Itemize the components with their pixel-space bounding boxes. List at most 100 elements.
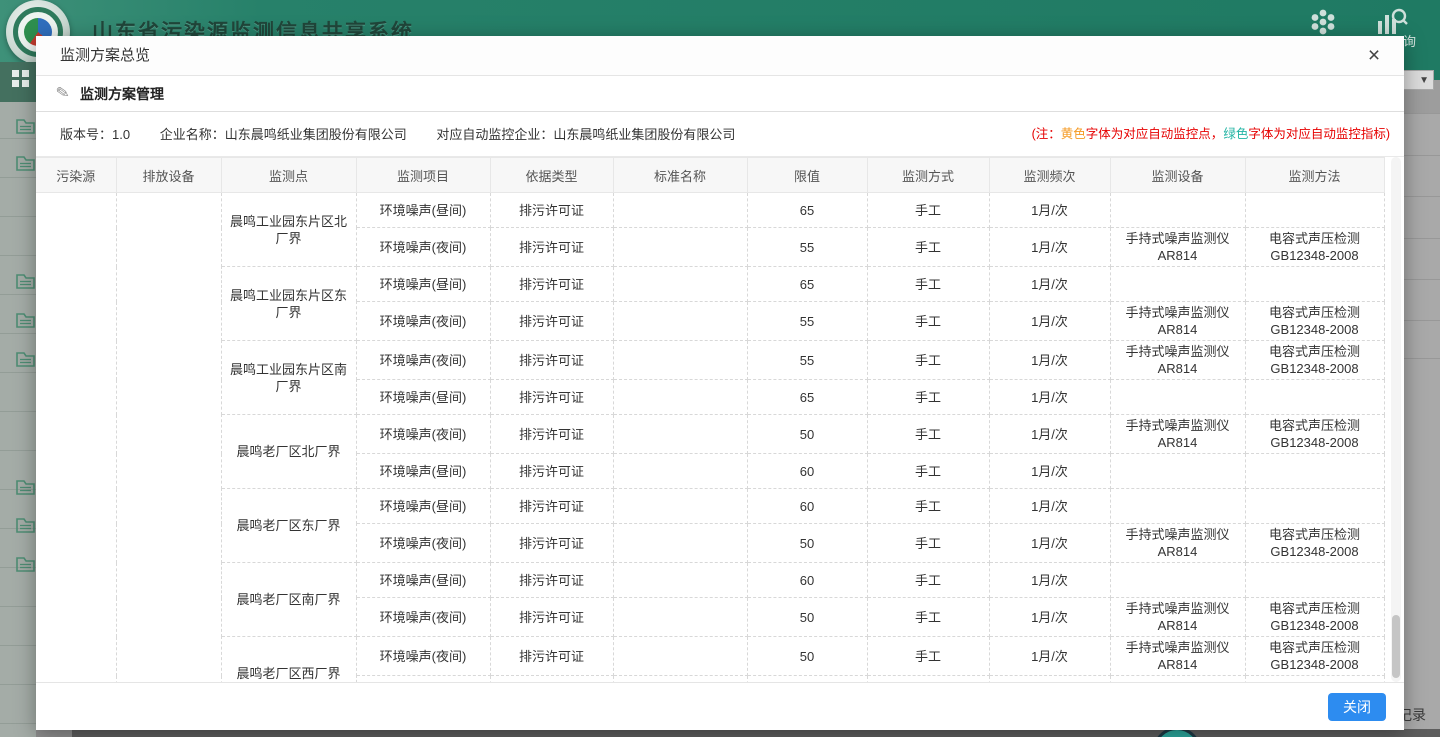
cell-monitoring-frequency: 1月/次 — [989, 489, 1110, 524]
cell-monitoring-mode: 手工 — [867, 454, 989, 489]
cell-monitoring-method — [1245, 193, 1384, 228]
auto-company-field: 对应自动监控企业：山东晨鸣纸业集团股份有限公司 — [436, 127, 735, 142]
table-row: 晨鸣老厂区北厂界环境噪声(夜间)排污许可证50手工1月/次手持式噪声监测仪AR8… — [36, 415, 1384, 454]
cell-monitoring-mode: 手工 — [867, 267, 989, 302]
version-field: 版本号：1.0 — [60, 127, 130, 142]
cell-basis-type: 排污许可证 — [490, 267, 613, 302]
dashboard-grid-icon — [12, 70, 29, 87]
cell-monitoring-mode: 手工 — [867, 524, 989, 563]
cell-monitoring-method: 电容式声压检测GB12348-2008 — [1245, 228, 1384, 267]
cell-standard-name — [613, 637, 747, 676]
table-row: 晨鸣老厂区东厂界环境噪声(昼间)排污许可证60手工1月/次 — [36, 489, 1384, 524]
cell-standard-name — [613, 302, 747, 341]
cell-basis-type: 排污许可证 — [490, 380, 613, 415]
cell-monitoring-mode: 手工 — [867, 302, 989, 341]
cell-limit-value: 50 — [747, 524, 867, 563]
cell-monitoring-frequency: 1月/次 — [989, 302, 1110, 341]
menu-folder-icon — [16, 311, 35, 328]
cell-monitoring-equipment — [1110, 489, 1245, 524]
cell-standard-name — [613, 454, 747, 489]
cell-monitoring-item: 环境噪声(昼间) — [356, 454, 490, 489]
cell-monitoring-equipment: 手持式噪声监测仪AR814 — [1110, 637, 1245, 676]
cell-monitoring-frequency: 1月/次 — [989, 341, 1110, 380]
table-row: 晨鸣老厂区西厂界环境噪声(夜间)排污许可证50手工1月/次手持式噪声监测仪AR8… — [36, 637, 1384, 676]
menu-folder-icon — [16, 272, 35, 289]
cell-monitoring-item: 环境噪声(夜间) — [356, 637, 490, 676]
cell-basis-type: 排污许可证 — [490, 454, 613, 489]
plan-table: 污染源排放设备监测点监测项目依据类型标准名称限值监测方式监测频次监测设备监测方法… — [36, 157, 1385, 682]
cell-monitoring-item: 环境噪声(夜间) — [356, 524, 490, 563]
cell-monitoring-point: 晨鸣工业园东片区南厂界 — [221, 341, 356, 415]
column-header: 标准名称 — [613, 158, 747, 193]
cell-monitoring-method — [1245, 489, 1384, 524]
cell-monitoring-equipment: 手持式噪声监测仪AR814 — [1110, 598, 1245, 637]
cell-limit-value: 55 — [747, 228, 867, 267]
pen-icon: ✎ — [54, 82, 71, 104]
cell-monitoring-equipment: 手持式噪声监测仪AR814 — [1110, 341, 1245, 380]
plan-table-area: 污染源排放设备监测点监测项目依据类型标准名称限值监测方式监测频次监测设备监测方法… — [36, 157, 1404, 682]
scrollbar-track[interactable] — [1391, 157, 1401, 682]
scrollbar-thumb[interactable] — [1392, 615, 1400, 678]
table-row: 晨鸣工业园东片区东厂界环境噪声(昼间)排污许可证65手工1月/次 — [36, 267, 1384, 302]
cell-monitoring-equipment: 手持式噪声监测仪AR814 — [1110, 415, 1245, 454]
cell-monitoring-frequency: 1月/次 — [989, 598, 1110, 637]
column-header: 监测点 — [221, 158, 356, 193]
cell-basis-type: 排污许可证 — [490, 489, 613, 524]
cell-monitoring-point: 晨鸣老厂区北厂界 — [221, 415, 356, 489]
cell-monitoring-frequency: 1月/次 — [989, 193, 1110, 228]
cell-monitoring-item: 环境噪声(夜间) — [356, 341, 490, 380]
cell-monitoring-mode: 手工 — [867, 489, 989, 524]
menu-folder-icon — [16, 555, 35, 572]
cell-monitoring-point: 晨鸣老厂区西厂界 — [221, 637, 356, 683]
cell-limit-value: 60 — [747, 454, 867, 489]
cell-basis-type: 排污许可证 — [490, 598, 613, 637]
cell-monitoring-item: 环境噪声(昼间) — [356, 563, 490, 598]
cell-limit-value: 50 — [747, 415, 867, 454]
cell-limit-value: 65 — [747, 267, 867, 302]
apps-grid-icon[interactable] — [1308, 7, 1338, 37]
cell-monitoring-equipment — [1110, 563, 1245, 598]
cell-monitoring-mode: 手工 — [867, 598, 989, 637]
close-button[interactable]: 关闭 — [1328, 693, 1386, 721]
cell-discharge-equipment — [116, 193, 221, 683]
cell-basis-type: 排污许可证 — [490, 341, 613, 380]
cell-monitoring-frequency: 1月/次 — [989, 380, 1110, 415]
cell-basis-type: 排污许可证 — [490, 228, 613, 267]
cell-standard-name — [613, 228, 747, 267]
column-header: 监测设备 — [1110, 158, 1245, 193]
cell-monitoring-method: 电容式声压检测GB12348-2008 — [1245, 637, 1384, 676]
cell-standard-name — [613, 267, 747, 302]
cell-monitoring-mode: 手工 — [867, 563, 989, 598]
column-header: 监测方式 — [867, 158, 989, 193]
menu-folder-icon — [16, 154, 35, 171]
menu-folder-icon — [16, 117, 35, 134]
column-header: 监测方法 — [1245, 158, 1384, 193]
query-label-fragment: 询 — [1403, 31, 1416, 50]
cell-monitoring-mode: 手工 — [867, 228, 989, 267]
cell-standard-name — [613, 524, 747, 563]
cell-monitoring-frequency: 1月/次 — [989, 228, 1110, 267]
cell-monitoring-frequency: 1月/次 — [989, 415, 1110, 454]
cell-monitoring-mode: 手工 — [867, 380, 989, 415]
modal-titlebar: 监测方案总览 × — [36, 36, 1404, 76]
cell-limit-value: 55 — [747, 302, 867, 341]
column-header: 污染源 — [36, 158, 116, 193]
cell-monitoring-equipment — [1110, 267, 1245, 302]
column-header: 限值 — [747, 158, 867, 193]
bottom-dimmed-dark — [72, 729, 1440, 737]
cell-monitoring-method — [1245, 454, 1384, 489]
cell-monitoring-equipment: 手持式噪声监测仪AR814 — [1110, 228, 1245, 267]
cell-monitoring-mode: 手工 — [867, 341, 989, 380]
cell-monitoring-mode: 手工 — [867, 193, 989, 228]
menu-folder-icon — [16, 478, 35, 495]
cell-monitoring-frequency: 1月/次 — [989, 524, 1110, 563]
cell-monitoring-item: 环境噪声(夜间) — [356, 415, 490, 454]
cell-monitoring-item: 环境噪声(昼间) — [356, 193, 490, 228]
info-bar: 版本号：1.0 企业名称：山东晨鸣纸业集团股份有限公司 对应自动监控企业：山东晨… — [36, 112, 1404, 157]
legend-note: (注：黄色字体为对应自动监控点，绿色字体为对应自动监控指标) — [1032, 112, 1390, 157]
sidebar-dimmed — [0, 80, 36, 737]
cell-monitoring-item: 环境噪声(夜间) — [356, 228, 490, 267]
close-icon[interactable]: × — [1362, 44, 1386, 68]
cell-limit-value: 60 — [747, 563, 867, 598]
cell-monitoring-equipment — [1110, 193, 1245, 228]
